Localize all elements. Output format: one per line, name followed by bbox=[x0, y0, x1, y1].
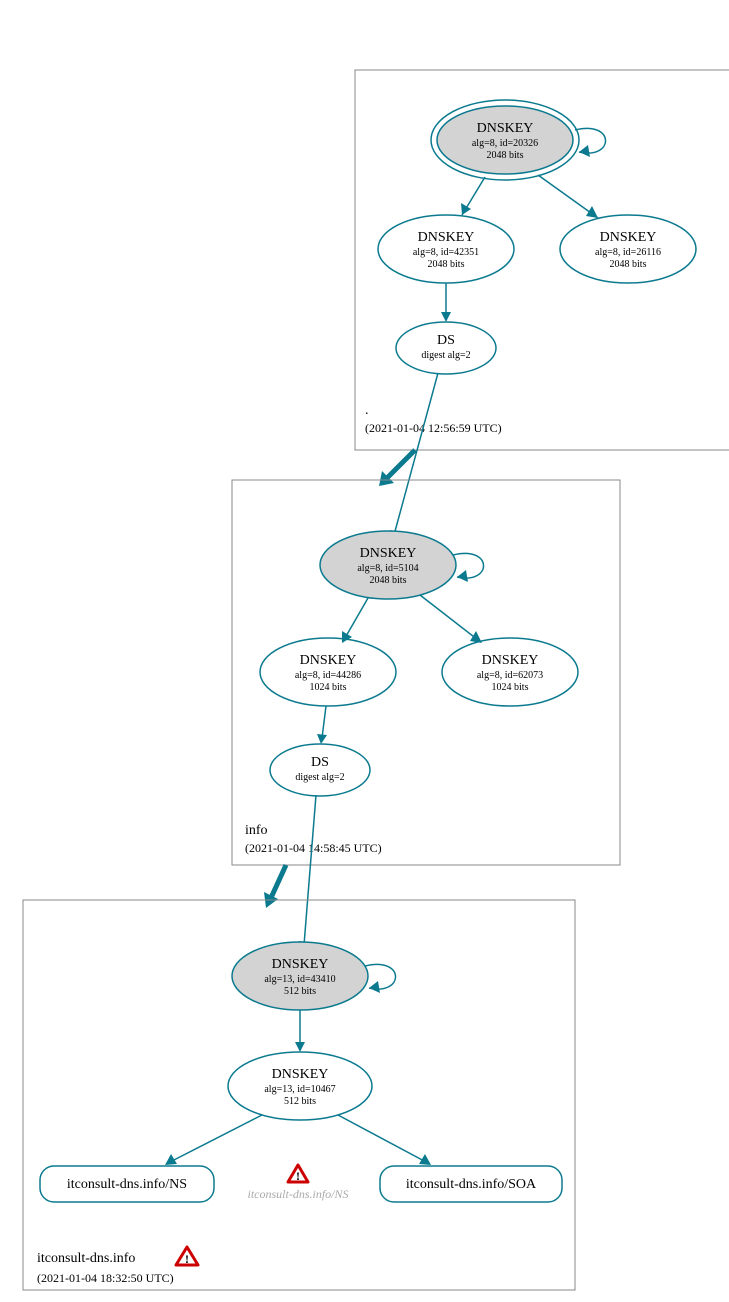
warning-icon: ! bbox=[288, 1165, 308, 1183]
svg-text:DNSKEY: DNSKEY bbox=[272, 1067, 329, 1082]
zone-root-label: . bbox=[365, 403, 369, 418]
svg-text:DNSKEY: DNSKEY bbox=[272, 957, 329, 972]
svg-text:2048 bits: 2048 bits bbox=[487, 150, 524, 161]
zone-root-timestamp: (2021-01-04 12:56:59 UTC) bbox=[365, 421, 502, 435]
svg-text:alg=8, id=42351: alg=8, id=42351 bbox=[413, 247, 479, 258]
zone-info-label: info bbox=[245, 823, 268, 838]
svg-text:!: ! bbox=[185, 1252, 189, 1266]
node-root-ds bbox=[396, 322, 496, 374]
zone-info-timestamp: (2021-01-04 14:58:45 UTC) bbox=[245, 841, 382, 855]
svg-text:alg=8, id=62073: alg=8, id=62073 bbox=[477, 670, 543, 681]
svg-text:DNSKEY: DNSKEY bbox=[477, 121, 534, 136]
node-info-ds bbox=[270, 744, 370, 796]
svg-text:DNSKEY: DNSKEY bbox=[360, 546, 417, 561]
svg-text:1024 bits: 1024 bits bbox=[310, 682, 347, 693]
svg-text:alg=13, id=43410: alg=13, id=43410 bbox=[264, 974, 335, 985]
warning-icon: ! bbox=[176, 1247, 198, 1266]
svg-text:2048 bits: 2048 bits bbox=[428, 259, 465, 270]
svg-text:alg=8, id=44286: alg=8, id=44286 bbox=[295, 670, 361, 681]
zone-domain-timestamp: (2021-01-04 18:32:50 UTC) bbox=[37, 1271, 174, 1285]
zone-domain-label: itconsult-dns.info bbox=[37, 1251, 135, 1266]
svg-text:512 bits: 512 bits bbox=[284, 986, 316, 997]
dnssec-graph: . (2021-01-04 12:56:59 UTC) DNSKEY alg=8… bbox=[10, 10, 729, 1292]
svg-text:alg=13, id=10467: alg=13, id=10467 bbox=[264, 1084, 335, 1095]
node-domain-ns-grey: itconsult-dns.info/NS bbox=[247, 1187, 348, 1201]
svg-text:itconsult-dns.info/SOA: itconsult-dns.info/SOA bbox=[406, 1177, 537, 1192]
svg-text:512 bits: 512 bits bbox=[284, 1096, 316, 1107]
svg-text:DNSKEY: DNSKEY bbox=[600, 230, 657, 245]
svg-text:alg=8, id=20326: alg=8, id=20326 bbox=[472, 138, 538, 149]
svg-text:DNSKEY: DNSKEY bbox=[300, 653, 357, 668]
svg-text:itconsult-dns.info/NS: itconsult-dns.info/NS bbox=[67, 1177, 187, 1192]
svg-text:DS: DS bbox=[311, 755, 329, 770]
svg-text:!: ! bbox=[296, 1169, 300, 1183]
svg-text:alg=8, id=5104: alg=8, id=5104 bbox=[357, 563, 418, 574]
svg-text:DNSKEY: DNSKEY bbox=[482, 653, 539, 668]
svg-text:DS: DS bbox=[437, 333, 455, 348]
svg-text:digest alg=2: digest alg=2 bbox=[295, 772, 344, 783]
svg-text:digest alg=2: digest alg=2 bbox=[421, 350, 470, 361]
svg-text:DNSKEY: DNSKEY bbox=[418, 230, 475, 245]
svg-text:1024 bits: 1024 bits bbox=[492, 682, 529, 693]
svg-text:2048 bits: 2048 bits bbox=[610, 259, 647, 270]
svg-text:2048 bits: 2048 bits bbox=[370, 575, 407, 586]
svg-text:alg=8, id=26116: alg=8, id=26116 bbox=[595, 247, 661, 258]
